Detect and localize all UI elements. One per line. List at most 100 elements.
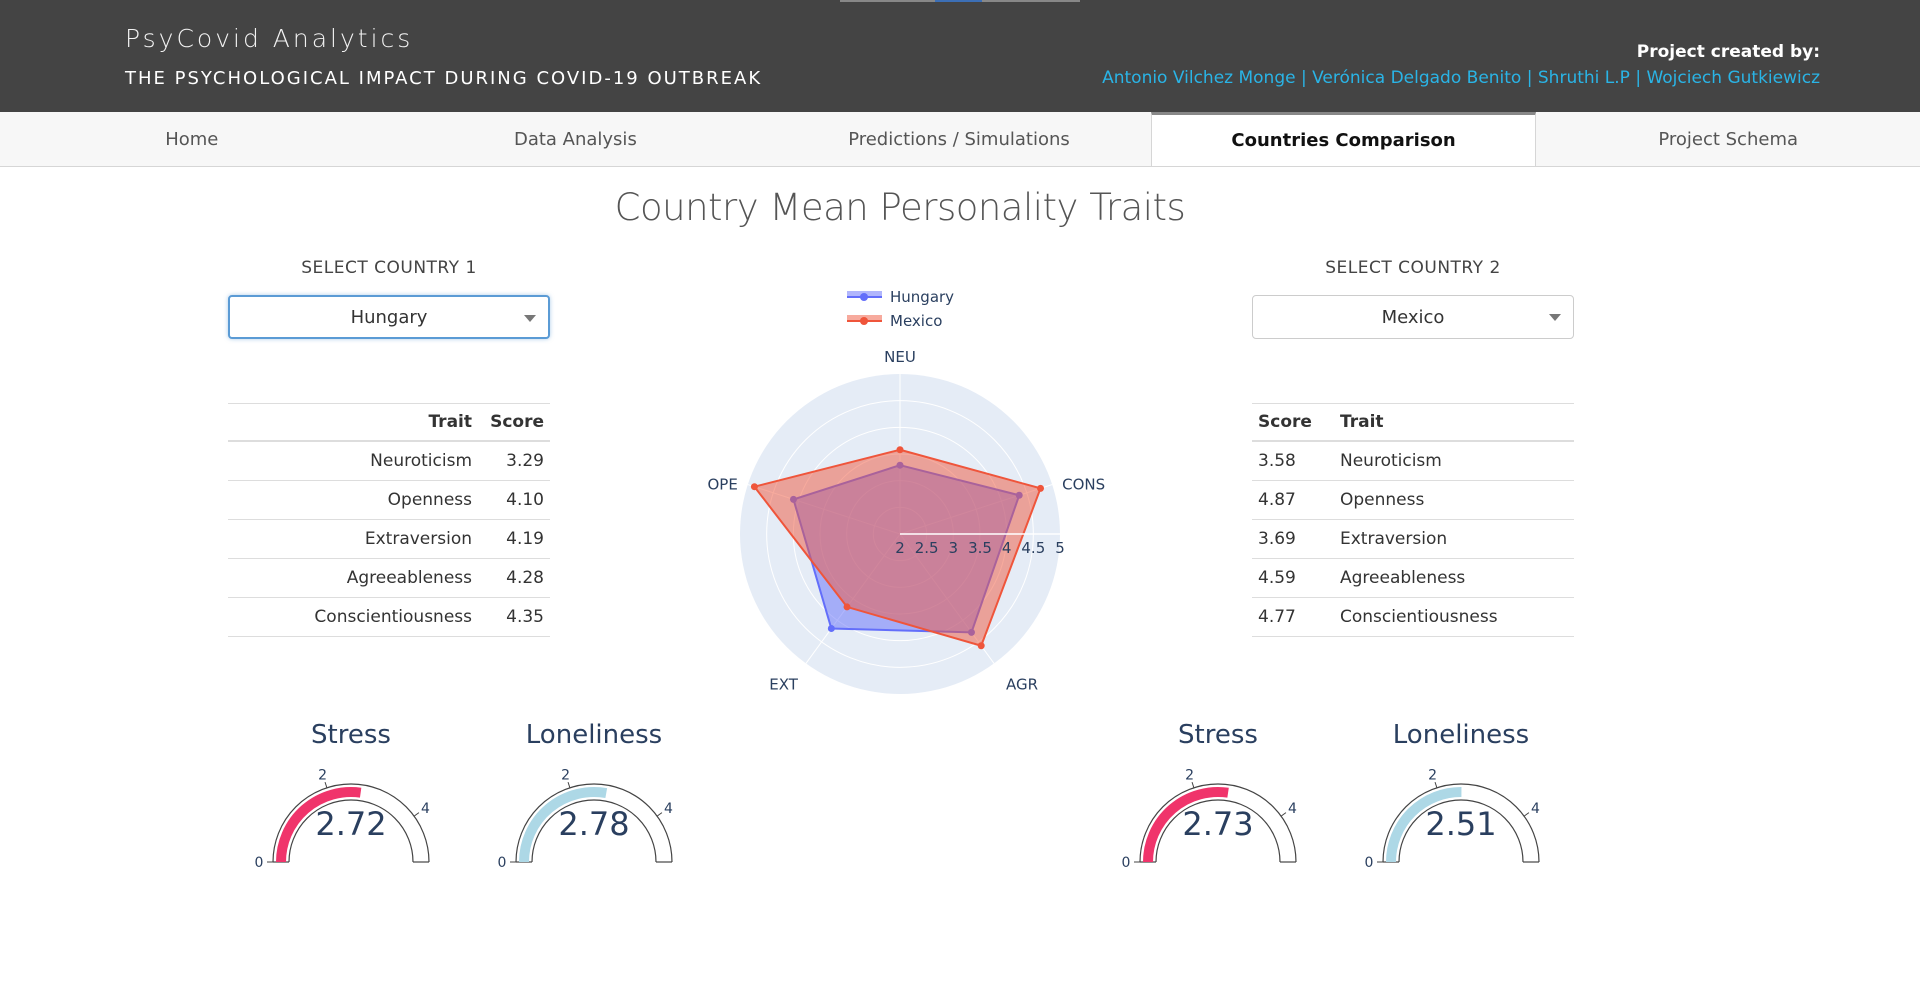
legend-label: Hungary — [890, 288, 954, 306]
trait-cell: Neuroticism — [228, 441, 478, 481]
trait-cell: Conscientiousness — [1334, 597, 1574, 637]
radar-tick-label: 3.5 — [968, 539, 992, 557]
trait-cell: Extraversion — [228, 519, 478, 559]
tab-project-schema[interactable]: Project Schema — [1536, 112, 1920, 166]
radar-point — [843, 603, 851, 611]
radar-tick-label: 3 — [949, 539, 959, 557]
country1-stress-gauge: Stress 024 2.72 — [251, 720, 451, 870]
radar-point — [896, 446, 904, 454]
country1-loneliness-gauge: Loneliness 024 2.78 — [494, 720, 694, 870]
author-link[interactable]: Wojciech Gutkiewicz — [1646, 68, 1820, 88]
gauge-tick-label: 2 — [1185, 768, 1194, 784]
gauge-title: Loneliness — [525, 720, 663, 750]
chevron-down-icon — [524, 315, 536, 322]
radar-axis-label: CONS — [1062, 476, 1105, 494]
table-row: Extraversion 4.19 — [228, 519, 550, 559]
radar-axis-label: NEU — [884, 348, 916, 366]
gauge-tick-label: 0 — [255, 855, 264, 870]
tab-countries-comparison[interactable]: Countries Comparison — [1150, 112, 1537, 166]
legend-marker — [860, 293, 868, 301]
table-row: 4.77 Conscientiousness — [1252, 597, 1574, 637]
trait-cell: Openness — [228, 480, 478, 520]
table-row: Openness 4.10 — [228, 480, 550, 520]
credit-label: Project created by: — [1636, 42, 1820, 62]
score-cell: 4.10 — [478, 480, 550, 520]
loading-indicator-active — [935, 0, 982, 2]
gauge-tick-label: 0 — [1122, 855, 1131, 870]
author-link[interactable]: Antonio Vilchez Monge — [1102, 68, 1295, 88]
gauge-title: Loneliness — [1392, 720, 1530, 750]
country1-dropdown[interactable]: Hungary — [228, 295, 550, 339]
author-links: Antonio Vilchez Monge | Verónica Delgado… — [1102, 68, 1820, 88]
gauge-title: Stress — [1178, 720, 1258, 750]
loading-indicator — [840, 0, 935, 2]
page-title: Country Mean Personality Traits — [614, 186, 1186, 229]
radar-tick-label: 2 — [895, 539, 905, 557]
gauge-value: 2.72 — [315, 805, 387, 843]
radar-axis-label: EXT — [769, 675, 798, 693]
gauge-tick-label: 0 — [1365, 855, 1374, 870]
column-header-trait: Trait — [1334, 403, 1574, 442]
column-header-score: Score — [478, 403, 550, 442]
legend-label: Mexico — [890, 312, 942, 330]
radar-point — [1037, 484, 1045, 492]
table-row: Conscientiousness 4.35 — [228, 597, 550, 637]
gauge-title: Stress — [311, 720, 391, 750]
gauge-value: 2.51 — [1425, 805, 1497, 843]
country2-loneliness-gauge: Loneliness 024 2.51 — [1361, 720, 1561, 870]
column-header-trait: Trait — [228, 403, 478, 442]
tab-data-analysis[interactable]: Data Analysis — [384, 112, 768, 166]
trait-cell: Neuroticism — [1334, 441, 1574, 481]
table-row: Agreeableness 4.28 — [228, 558, 550, 598]
chevron-down-icon — [1549, 314, 1561, 321]
author-link[interactable]: Shruthi L.P — [1538, 68, 1630, 88]
radar-tick-label: 4 — [1002, 539, 1012, 557]
trait-cell: Extraversion — [1334, 519, 1574, 559]
radar-axis-label: AGR — [1006, 675, 1038, 693]
trait-cell: Conscientiousness — [228, 597, 478, 637]
gauge-tick-label: 2 — [318, 768, 327, 784]
score-cell: 4.35 — [478, 597, 550, 637]
radar-point — [827, 624, 835, 632]
radar-tick-label: 4.5 — [1021, 539, 1045, 557]
country1-traits-table: Trait Score Neuroticism 3.29 Openness 4.10… — [228, 403, 550, 637]
trait-cell: Openness — [1334, 480, 1574, 520]
table-row: 3.69 Extraversion — [1252, 519, 1574, 559]
header-bar: PsyCovid Analytics THE PSYCHOLOGICAL IMP… — [0, 0, 1920, 112]
radar-axis-label: OPE — [707, 476, 737, 494]
gauge-value: 2.78 — [558, 805, 630, 843]
author-separator: | — [1629, 68, 1647, 88]
score-cell: 4.28 — [478, 558, 550, 598]
gauge-tick-label: 2 — [1428, 768, 1437, 784]
tab-predictions-simulations[interactable]: Predictions / Simulations — [767, 112, 1151, 166]
radar-tick-label: 5 — [1055, 539, 1065, 557]
radar-point — [750, 483, 758, 491]
trait-cell: Agreeableness — [1334, 558, 1574, 598]
table-row: 4.87 Openness — [1252, 480, 1574, 520]
gauge-tick-label: 2 — [561, 768, 570, 784]
country1-selected-value: Hungary — [350, 306, 428, 328]
trait-cell: Agreeableness — [228, 558, 478, 598]
radar-point — [977, 642, 985, 650]
author-separator: | — [1295, 68, 1313, 88]
app-title: PsyCovid Analytics — [125, 24, 414, 53]
score-cell: 3.58 — [1252, 441, 1334, 481]
table-row: 4.59 Agreeableness — [1252, 558, 1574, 598]
legend-marker — [860, 317, 868, 325]
score-cell: 4.87 — [1252, 480, 1334, 520]
radar-tick-label: 2.5 — [915, 539, 939, 557]
author-link[interactable]: Verónica Delgado Benito — [1312, 68, 1521, 88]
country2-stress-gauge: Stress 024 2.73 — [1118, 720, 1318, 870]
column-header-score: Score — [1252, 403, 1334, 442]
score-cell: 4.19 — [478, 519, 550, 559]
country2-dropdown[interactable]: Mexico — [1252, 295, 1574, 339]
score-cell: 3.69 — [1252, 519, 1334, 559]
app-subtitle: THE PSYCHOLOGICAL IMPACT DURING COVID-19… — [125, 68, 763, 89]
score-cell: 4.59 — [1252, 558, 1334, 598]
tab-home[interactable]: Home — [0, 112, 384, 166]
gauge-value: 2.73 — [1182, 805, 1254, 843]
radar-chart: 2 2.5 3 3.5 4 4.5 5 NEU CONS AGR EXT OPE Hungary Mexi… — [707, 288, 1105, 694]
score-cell: 4.77 — [1252, 597, 1334, 637]
score-cell: 3.29 — [478, 441, 550, 481]
loading-indicator-end — [982, 0, 1080, 2]
